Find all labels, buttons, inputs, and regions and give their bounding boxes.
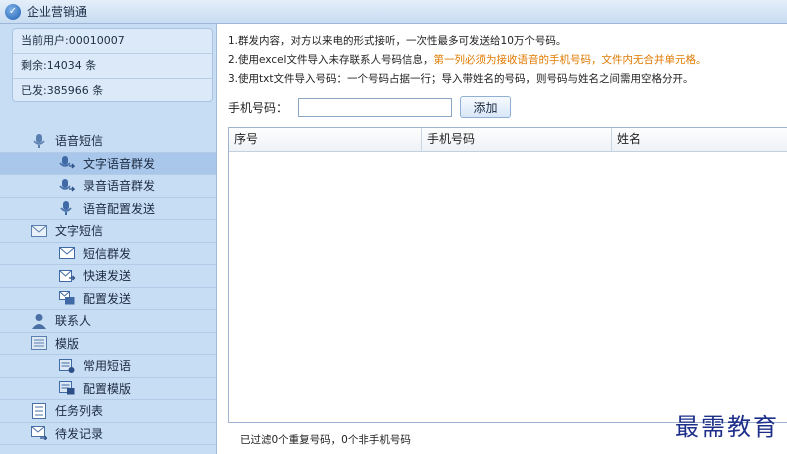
column-header-name[interactable]: 姓名: [612, 128, 787, 151]
microphone-icon: [58, 155, 76, 171]
number-table: 序号 手机号码 姓名: [228, 127, 787, 423]
title-bar: ✓ 企业营销通: [0, 0, 787, 24]
window-title: 企业营销通: [27, 5, 88, 19]
nav-contacts[interactable]: 联系人: [0, 310, 216, 333]
nav-pending-records-label: 待发记录: [55, 426, 104, 441]
nav-templates-label: 模版: [55, 336, 80, 351]
nav-voice-config-send[interactable]: 语音配置发送: [0, 198, 216, 220]
nav-text-sms[interactable]: 文字短信: [0, 220, 216, 243]
remaining-count: 剩余:14034 条: [13, 54, 212, 79]
nav-text-voice-group[interactable]: 文字语音群发: [0, 152, 216, 175]
filter-status: 已过滤0个重复号码，0个非手机号码: [240, 434, 411, 446]
instruction-2: 2.使用excel文件导入未存联系人号码信息，第一列必须为接收语音的手机号码，文…: [228, 51, 706, 70]
envelope-send-icon: [58, 268, 76, 284]
nav-quick-send[interactable]: 快速发送: [0, 265, 216, 288]
nav-menu: 语音短信 文字语音群发 录音语音群发 语音配置发送 文字短信 短信群发 快速发送: [0, 130, 216, 445]
nav-text-voice-group-label: 文字语音群发: [83, 156, 156, 171]
nav-task-list-label: 任务列表: [55, 404, 104, 419]
app-logo-icon: ✓: [5, 3, 21, 20]
nav-voice-sms[interactable]: 语音短信: [0, 130, 216, 153]
instruction-1: 1.群发内容，对方以来电的形式接听，一次性最多可发送给10万个号码。: [228, 35, 567, 47]
nav-contacts-label: 联系人: [55, 314, 92, 329]
template-icon: [30, 335, 48, 351]
phone-input[interactable]: [298, 97, 453, 117]
phone-label: 手机号码：: [228, 100, 289, 115]
nav-common-phrases[interactable]: 常用短语: [0, 355, 216, 378]
instruction-2-text: 2.使用excel文件导入未存联系人号码信息，: [228, 54, 434, 66]
nav-sms-group[interactable]: 短信群发: [0, 243, 216, 265]
main-panel: 1.群发内容，对方以来电的形式接听，一次性最多可发送给10万个号码。 2.使用e…: [218, 24, 787, 454]
nav-config-templates-label: 配置模版: [83, 381, 132, 396]
user-info-panel: 当前用户:00010007 剩余:14034 条 已发:385966 条: [12, 28, 213, 102]
microphone-icon: [58, 200, 76, 216]
nav-config-send[interactable]: 配置发送: [0, 288, 216, 310]
column-header-phone[interactable]: 手机号码: [422, 128, 612, 151]
nav-pending-records[interactable]: 待发记录: [0, 423, 216, 445]
nav-quick-send-label: 快速发送: [83, 269, 132, 284]
microphone-icon: [30, 133, 48, 149]
template-config-icon: [58, 380, 76, 396]
nav-voice-sms-label: 语音短信: [55, 134, 104, 149]
person-icon: [30, 313, 48, 329]
nav-sms-group-label: 短信群发: [83, 246, 132, 261]
envelope-config-icon: [58, 290, 76, 306]
table-header: 序号 手机号码 姓名: [229, 128, 787, 152]
sidebar: 当前用户:00010007 剩余:14034 条 已发:385966 条 语音短…: [0, 24, 217, 454]
envelope-icon: [30, 223, 48, 239]
sent-count: 已发:385966 条: [21, 84, 104, 97]
microphone-icon: [58, 178, 76, 194]
nav-config-send-label: 配置发送: [83, 291, 132, 306]
nav-config-templates[interactable]: 配置模版: [0, 378, 216, 400]
instruction-3: 3.使用txt文件导入号码：一个号码占据一行；导入带姓名的号码，则号码与姓名之间…: [228, 73, 694, 85]
nav-text-sms-label: 文字短信: [55, 224, 104, 239]
add-button[interactable]: 添加: [460, 96, 512, 118]
nav-record-voice-group[interactable]: 录音语音群发: [0, 175, 216, 198]
nav-templates[interactable]: 模版: [0, 333, 216, 355]
template-icon: [58, 358, 76, 374]
instruction-2-highlight: 第一列必须为接收语音的手机号码，文件内无合并单元格。: [433, 54, 707, 66]
column-header-index[interactable]: 序号: [229, 128, 422, 151]
nav-record-voice-group-label: 录音语音群发: [83, 179, 156, 194]
nav-task-list[interactable]: 任务列表: [0, 400, 216, 423]
list-icon: [30, 402, 48, 419]
nav-common-phrases-label: 常用短语: [83, 359, 132, 374]
watermark: 最需教育: [675, 413, 779, 441]
phone-entry-row: 手机号码： 添加: [228, 96, 512, 118]
envelope-pending-icon: [30, 425, 48, 441]
envelope-icon: [58, 245, 76, 261]
current-user: 当前用户:00010007: [13, 29, 212, 54]
nav-voice-config-send-label: 语音配置发送: [83, 201, 156, 216]
instructions: 1.群发内容，对方以来电的形式接听，一次性最多可发送给10万个号码。 2.使用e…: [228, 32, 706, 89]
